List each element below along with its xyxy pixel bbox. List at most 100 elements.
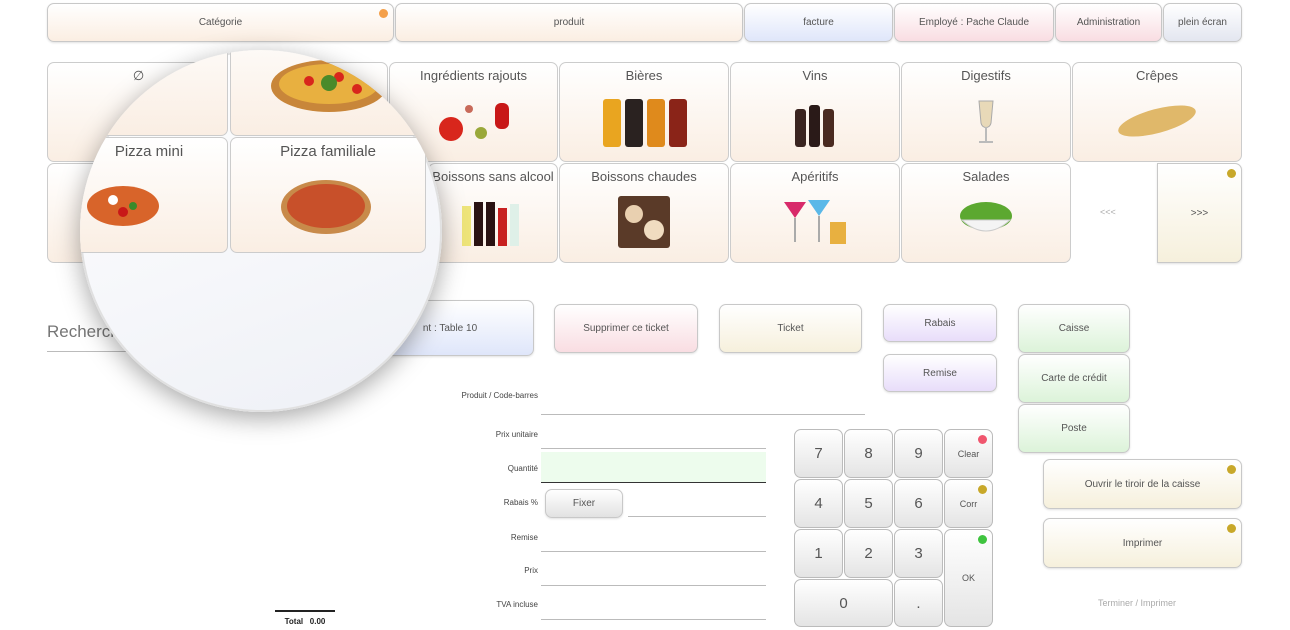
category-pizza-familiale[interactable]: Pizza familiale <box>230 137 426 253</box>
category-label: Bières <box>625 68 663 83</box>
rabais-button[interactable]: Rabais <box>883 304 997 342</box>
imprimer-label: Imprimer <box>1122 537 1163 549</box>
prix-unitaire-label: Prix unitaire <box>495 430 538 439</box>
key-2[interactable]: 2 <box>844 529 893 578</box>
clear-indicator-icon <box>978 435 987 444</box>
vegetables-icon <box>438 103 509 141</box>
prix-label: Prix <box>524 566 538 575</box>
category-label: Crêpes <box>1136 68 1178 83</box>
category-label: Digestifs <box>961 68 1011 83</box>
lens-tile-none <box>80 50 228 136</box>
pizza-icon <box>271 60 387 112</box>
prix-unitaire-field[interactable] <box>541 448 766 449</box>
rabais-label: Rabais % <box>503 498 538 507</box>
remise-field[interactable] <box>541 551 766 552</box>
next-page-button[interactable]: >>> <box>1157 163 1242 263</box>
pizza-mini-icon <box>87 186 159 226</box>
category-boissons-chaudes[interactable]: Boissons chaudes <box>559 163 729 263</box>
caisse-button[interactable]: Caisse <box>1018 304 1130 353</box>
corr-label: Corr <box>959 498 978 509</box>
rabais-field[interactable] <box>628 516 766 517</box>
total-label: Total <box>284 617 304 626</box>
tiroir-label: Ouvrir le tiroir de la caisse <box>1084 478 1201 490</box>
fullscreen-button[interactable]: plein écran <box>1163 3 1242 42</box>
tab-categorie[interactable]: Catégorie <box>47 3 394 42</box>
total: Total 0.00 <box>275 610 335 626</box>
tva-label: TVA incluse <box>496 600 538 609</box>
category-label: Boissons chaudes <box>591 169 697 184</box>
remise-label: Remise <box>510 533 538 542</box>
tab-label: Administration <box>1076 17 1141 28</box>
finish-print-link[interactable]: Terminer / Imprimer <box>1098 598 1176 608</box>
pizza-familiale-icon <box>281 180 371 234</box>
remise-button[interactable]: Remise <box>883 354 997 392</box>
fixer-label: Fixer <box>572 498 596 509</box>
key-0[interactable]: 0 <box>794 579 893 627</box>
ok-label: OK <box>961 573 975 583</box>
key-6[interactable]: 6 <box>894 479 943 528</box>
tab-facture[interactable]: facture <box>744 3 893 42</box>
next-label: >>> <box>1190 207 1209 219</box>
indicator-icon <box>1227 524 1236 533</box>
crepes-icon <box>1118 105 1196 137</box>
ok-button[interactable]: OK <box>944 529 993 627</box>
clear-label: Clear <box>957 448 980 459</box>
category-boissons-sans-alcool[interactable]: Boissons sans alcool <box>428 163 558 263</box>
produit-field[interactable] <box>541 414 865 415</box>
key-9[interactable]: 9 <box>894 429 943 478</box>
corr-button[interactable]: Corr <box>944 479 993 528</box>
category-label: Vins <box>802 68 828 83</box>
key-dot[interactable]: . <box>894 579 943 627</box>
magnifier-lens: Pizza mini Pizza familiale <box>80 50 442 412</box>
salad-icon <box>960 202 1012 232</box>
key-7[interactable]: 7 <box>794 429 843 478</box>
carte-label: Carte de crédit <box>1041 373 1107 384</box>
key-8[interactable]: 8 <box>844 429 893 478</box>
tab-produit[interactable]: produit <box>395 3 743 42</box>
tab-label: plein écran <box>1178 17 1227 28</box>
prix-field[interactable] <box>541 585 766 586</box>
lens-tile-pizza[interactable] <box>230 50 430 136</box>
client-label: nt : Table 10 <box>422 322 478 334</box>
indicator-icon <box>1227 169 1236 178</box>
open-drawer-button[interactable]: Ouvrir le tiroir de la caisse <box>1043 459 1242 509</box>
category-pizza-mini[interactable]: Pizza mini <box>80 137 228 253</box>
wine-bottles-icon <box>795 105 834 147</box>
carte-credit-button[interactable]: Carte de crédit <box>1018 354 1130 403</box>
beer-glasses-icon <box>603 99 687 147</box>
poste-button[interactable]: Poste <box>1018 404 1130 453</box>
category-label: Salades <box>962 169 1010 184</box>
category-label: Pizza familiale <box>280 143 376 160</box>
corr-indicator-icon <box>978 485 987 494</box>
tab-employe[interactable]: Employé : Pache Claude <box>894 3 1054 42</box>
key-1[interactable]: 1 <box>794 529 843 578</box>
key-3[interactable]: 3 <box>894 529 943 578</box>
print-button[interactable]: Imprimer <box>1043 518 1242 568</box>
clear-button[interactable]: Clear <box>944 429 993 478</box>
tab-label: Employé : Pache Claude <box>918 17 1030 28</box>
ticket-button[interactable]: Ticket <box>719 304 862 353</box>
poste-label: Poste <box>1061 423 1087 434</box>
delete-label: Supprimer ce ticket <box>583 323 669 334</box>
tab-label: facture <box>803 17 834 28</box>
prev-page-button[interactable]: <<< <box>1100 207 1116 217</box>
rabais-label: Rabais <box>924 317 956 329</box>
category-label: Apéritifs <box>791 169 839 184</box>
delete-ticket-button[interactable]: Supprimer ce ticket <box>554 304 698 353</box>
category-salades[interactable]: Salades <box>901 163 1071 263</box>
category-vins[interactable]: Vins <box>730 62 900 162</box>
tva-field[interactable] <box>541 619 766 620</box>
category-digestifs[interactable]: Digestifs <box>901 62 1071 162</box>
produit-label: Produit / Code-barres <box>461 391 538 400</box>
soft-drinks-icon <box>462 202 519 246</box>
tab-administration[interactable]: Administration <box>1055 3 1162 42</box>
category-bieres[interactable]: Bières <box>559 62 729 162</box>
quantite-field[interactable] <box>541 452 766 483</box>
key-5[interactable]: 5 <box>844 479 893 528</box>
key-4[interactable]: 4 <box>794 479 843 528</box>
category-crepes[interactable]: Crêpes <box>1072 62 1242 162</box>
category-label: Pizza mini <box>114 143 184 160</box>
fixer-button[interactable]: Fixer <box>545 489 623 518</box>
category-label: Ingrédients rajouts <box>420 68 527 83</box>
category-aperitifs[interactable]: Apéritifs <box>730 163 900 263</box>
